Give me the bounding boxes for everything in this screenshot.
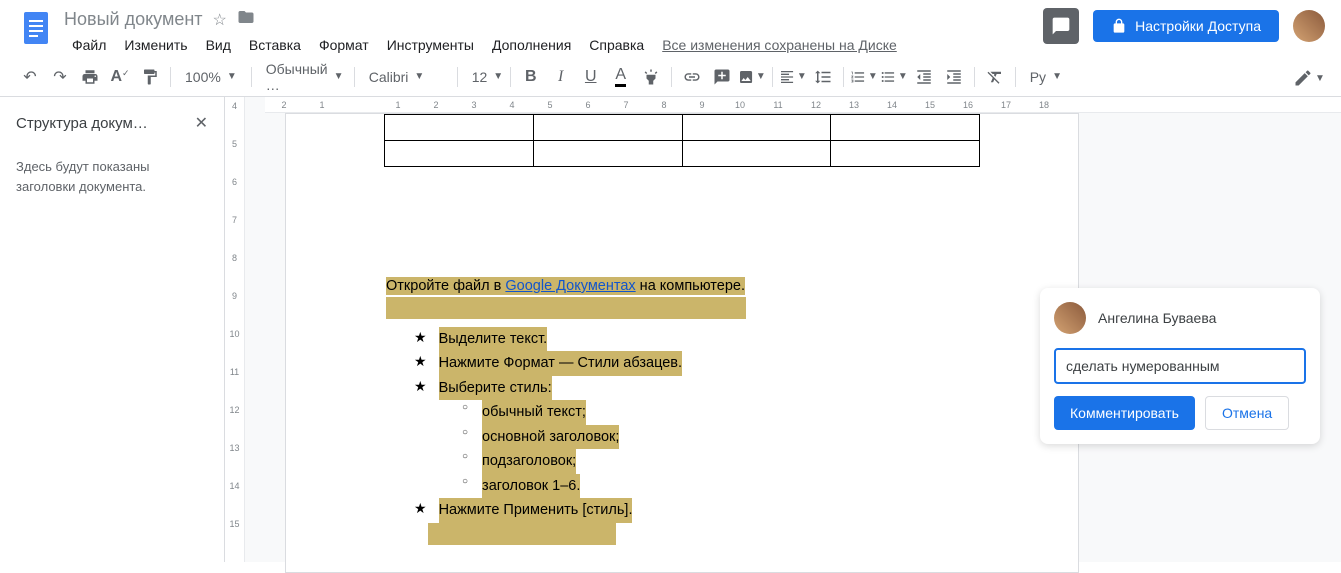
line-spacing-button[interactable] [809,63,837,91]
print-button[interactable] [76,63,104,91]
document-table[interactable] [384,114,980,167]
star-bullet-icon: ★ [414,327,427,349]
highlight-button[interactable] [637,63,665,91]
list-item: обычный текст; [482,400,586,424]
circle-bullet-icon: ○ [462,474,468,490]
font-size-select[interactable]: 12▼ [464,65,504,89]
link-button[interactable] [678,63,706,91]
folder-icon[interactable] [237,8,255,31]
google-docs-link[interactable]: Google Документах [505,278,635,294]
menu-format[interactable]: Формат [311,33,377,57]
comment-input[interactable] [1054,348,1306,384]
menu-edit[interactable]: Изменить [116,33,195,57]
underline-button[interactable]: U [577,63,605,91]
outline-hint: Здесь будут показаны заголовки документа… [16,157,208,196]
insert-image-button[interactable]: ▼ [738,63,766,91]
align-button[interactable]: ▼ [779,63,807,91]
comment-card: Ангелина Буваева Комментировать Отмена [1040,288,1320,444]
star-icon[interactable]: ☆ [213,10,227,30]
open-comments-button[interactable] [1043,8,1079,44]
menu-help[interactable]: Справка [581,33,652,57]
list-item: Выделите текст. [439,327,548,351]
list-item: Выберите стиль: [439,376,552,400]
add-comment-button[interactable] [708,63,736,91]
list-item: Нажмите Формат — Стили абзацев. [439,351,682,375]
bold-button[interactable]: B [517,63,545,91]
outline-title: Структура докум… [16,115,148,132]
page[interactable]: Откройте файл в Google Документах на ком… [285,113,1079,573]
text-color-button[interactable]: A [607,63,635,91]
font-select[interactable]: Calibri▼ [361,65,451,89]
list-item: основной заголовок; [482,425,619,449]
doc-title[interactable]: Новый документ [64,9,203,30]
bulleted-list-button[interactable]: ▼ [880,63,908,91]
horizontal-ruler[interactable]: 21123456789101112131415161718 [265,97,1341,113]
menu-file[interactable]: Файл [64,33,114,57]
style-select[interactable]: Обычный …▼ [258,57,348,97]
circle-bullet-icon: ○ [462,400,468,416]
close-outline-button[interactable]: ✕ [195,113,208,133]
redo-button[interactable]: ↷ [46,63,74,91]
menu-view[interactable]: Вид [198,33,239,57]
table-row [385,115,980,141]
comment-avatar [1054,302,1086,334]
list-item: подзаголовок; [482,449,576,473]
comment-author: Ангелина Буваева [1098,310,1216,326]
spellcheck-button[interactable]: A✓ [106,63,134,91]
decrease-indent-button[interactable] [910,63,938,91]
italic-button[interactable]: I [547,63,575,91]
clear-format-button[interactable] [981,63,1009,91]
table-row [385,141,980,167]
comment-cancel-button[interactable]: Отмена [1205,396,1289,430]
comment-submit-button[interactable]: Комментировать [1054,396,1195,430]
document-content[interactable]: Откройте файл в Google Документах на ком… [386,275,1078,552]
vertical-ruler[interactable]: 456789101112131415 [225,97,245,562]
menu-addons[interactable]: Дополнения [484,33,579,57]
star-bullet-icon: ★ [414,351,427,373]
list-item: Нажмите Применить [стиль]. [439,498,633,522]
zoom-select[interactable]: 100%▼ [177,65,245,89]
toolbar: ↶ ↷ A✓ 100%▼ Обычный …▼ Calibri▼ 12▼ B I… [0,57,1341,97]
circle-bullet-icon: ○ [462,425,468,441]
saved-status[interactable]: Все изменения сохранены на Диске [662,37,897,53]
share-button[interactable]: Настройки Доступа [1093,10,1279,42]
user-avatar[interactable] [1293,10,1325,42]
menu-tools[interactable]: Инструменты [379,33,482,57]
edit-mode-button[interactable]: ▼ [1293,62,1325,94]
undo-button[interactable]: ↶ [16,63,44,91]
circle-bullet-icon: ○ [462,449,468,465]
input-tools-button[interactable]: Ру▼ [1022,65,1070,89]
numbered-list-button[interactable]: ▼ [850,63,878,91]
docs-logo[interactable] [16,8,56,48]
paint-format-button[interactable] [136,63,164,91]
star-bullet-icon: ★ [414,376,427,398]
share-label: Настройки Доступа [1135,18,1261,34]
increase-indent-button[interactable] [940,63,968,91]
star-bullet-icon: ★ [414,498,427,520]
list-item: заголовок 1–6. [482,474,580,498]
menu-insert[interactable]: Вставка [241,33,309,57]
menubar: Файл Изменить Вид Вставка Формат Инструм… [64,33,1043,57]
outline-panel: Структура докум… ✕ Здесь будут показаны … [0,97,225,562]
